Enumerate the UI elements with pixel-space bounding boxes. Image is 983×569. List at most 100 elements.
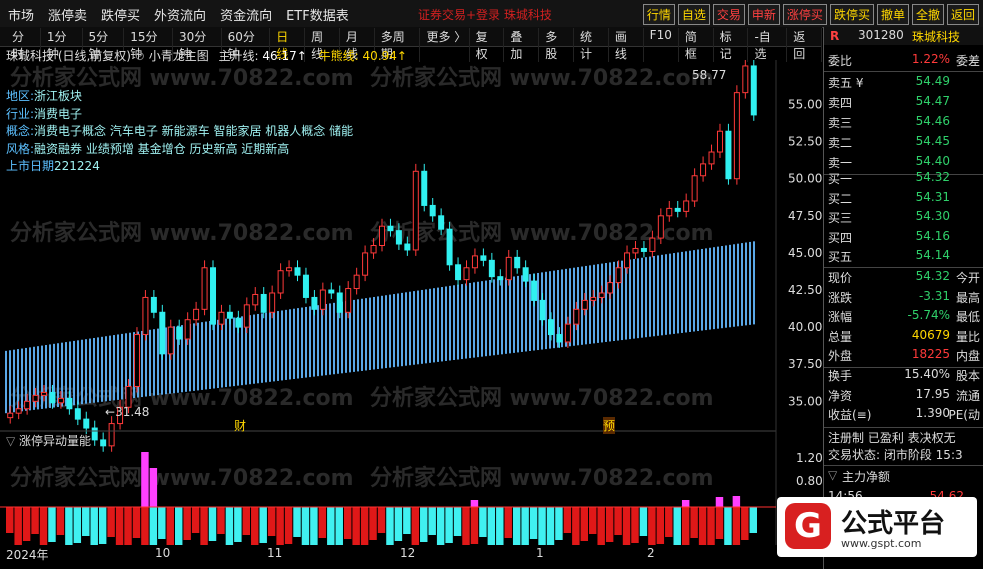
region-value: 浙江板块 xyxy=(34,89,83,103)
candle-body xyxy=(539,299,546,321)
low-annotation: ←31.48 xyxy=(105,405,150,419)
volume-bar xyxy=(242,507,251,535)
candle-body xyxy=(167,326,174,355)
volume-bar xyxy=(411,507,420,545)
net-flow-label: 主力净额 xyxy=(842,470,891,484)
volume-bar xyxy=(572,507,580,545)
stat-row[interactable]: 外盘 18225 内盘 xyxy=(828,347,983,367)
signal-bar xyxy=(141,452,149,507)
price-tick: 47.50 xyxy=(788,209,822,223)
stat-row[interactable]: 换手 15.40% 股本 xyxy=(828,367,983,387)
toolbar-item[interactable]: 统计 xyxy=(574,28,609,62)
back-button[interactable]: 返回 xyxy=(946,4,979,25)
weicha-label: 委差 xyxy=(955,54,980,68)
quote-button[interactable]: 行情 xyxy=(642,4,675,25)
stat-row[interactable]: 净资 17.95 流通 xyxy=(828,387,983,407)
volume-bar xyxy=(521,507,529,545)
menu-etf-data[interactable]: ETF数据表 xyxy=(286,5,349,24)
candle-body xyxy=(632,247,639,254)
cancel-all-button[interactable]: 全撤 xyxy=(911,4,944,25)
price-tick: 37.50 xyxy=(788,357,822,371)
volume-bar xyxy=(377,507,386,533)
net-flow-row[interactable]: ▽ 主力净额 xyxy=(828,468,983,488)
forecast-marker[interactable]: 预 xyxy=(603,417,616,434)
bid-row[interactable]: 买五 54.14 xyxy=(828,248,983,268)
candle-body xyxy=(471,255,478,269)
limit-down-buy-button[interactable]: 跌停买 xyxy=(829,4,874,25)
volume-bar xyxy=(301,507,310,545)
ask-row[interactable]: 卖三 54.46 xyxy=(828,114,983,134)
style-value: 融资融券 业绩预增 基金增仓 历史新高 近期新高 xyxy=(34,142,290,156)
candle-body xyxy=(438,215,445,230)
toolbar-item[interactable]: F10 xyxy=(644,28,679,62)
logo-mark: G xyxy=(785,503,831,549)
volume-bar xyxy=(293,507,301,537)
toolbar-item[interactable]: 标记 xyxy=(714,28,749,62)
menu-market[interactable]: 市场 xyxy=(8,5,34,24)
limit-up-buy-button[interactable]: 涨停买 xyxy=(782,4,827,25)
menu-foreign-flow[interactable]: 外资流向 xyxy=(154,5,206,24)
volume-bar xyxy=(369,507,377,540)
toolbar-item[interactable]: 叠加 xyxy=(504,28,540,62)
toolbar-item[interactable]: 多股 xyxy=(539,28,575,62)
bid-row[interactable]: 买四 54.16 xyxy=(828,229,983,249)
row-value: 54.49 xyxy=(915,74,950,88)
candle-body xyxy=(463,267,470,281)
row-right-label: 股本 xyxy=(955,369,980,383)
volume-bar xyxy=(487,507,496,545)
cancel-order-button[interactable]: 撤单 xyxy=(876,4,909,25)
sub-indicator-title[interactable]: ▽ 涨停异动量能 xyxy=(6,432,91,449)
volume-bar xyxy=(403,507,411,534)
candle-body xyxy=(336,292,343,313)
toolbar-item[interactable]: 返回 xyxy=(787,28,823,62)
stat-row[interactable]: 涨跌 -3.31 最高 xyxy=(828,289,983,309)
volume-bar xyxy=(267,507,276,536)
bid-row[interactable]: 买一 54.32 xyxy=(828,170,983,190)
row-value: 54.32 xyxy=(915,269,950,283)
volume-bar xyxy=(656,507,665,544)
trade-button[interactable]: 交易 xyxy=(712,4,745,25)
toolbar-item[interactable]: -自选 xyxy=(748,28,788,62)
candle-body xyxy=(446,228,453,266)
new-share-button[interactable]: 申新 xyxy=(747,4,780,25)
toolbar-item[interactable]: 画线 xyxy=(609,28,644,62)
region-label: 地区: xyxy=(6,89,35,103)
ask-row[interactable]: 卖四 54.47 xyxy=(828,94,983,114)
signal-bar xyxy=(732,496,741,507)
bid-row[interactable]: 买三 54.30 xyxy=(828,209,983,229)
stat-row[interactable]: 涨幅 -5.74% 最低 xyxy=(828,308,983,328)
stat-row[interactable]: 总量 40679 量比 xyxy=(828,328,983,348)
top-menu-bar: 市场 涨停卖 跌停买 外资流向 资金流向 ETF数据表 证券交易+登录 珠城科技… xyxy=(0,0,983,28)
menu-limit-up-sell[interactable]: 涨停卖 xyxy=(48,5,87,24)
candle-body xyxy=(556,334,563,343)
finance-marker[interactable]: 财 xyxy=(234,417,246,434)
toolbar-item[interactable]: 复权 xyxy=(470,28,505,62)
stat-row[interactable]: 收益(≡) 1.390 PE(动 xyxy=(828,406,983,426)
row-value: 54.30 xyxy=(915,209,950,223)
ask-row[interactable]: 卖二 54.45 xyxy=(828,134,983,154)
registration-text: 注册制 已盈利 表决权无 xyxy=(828,431,956,445)
toolbar-item[interactable]: 更多 〉 xyxy=(420,28,470,62)
bid-row[interactable]: 买二 54.31 xyxy=(828,190,983,210)
candle-body xyxy=(531,280,538,301)
candle-body xyxy=(210,267,217,325)
candle-body xyxy=(193,308,200,321)
menu-fund-flow[interactable]: 资金流向 xyxy=(220,5,272,24)
volume-bar xyxy=(48,507,56,542)
ask-row[interactable]: 卖五 ¥ 54.49 xyxy=(828,74,983,94)
signal-bar xyxy=(149,468,158,507)
row-value: 40679 xyxy=(911,327,950,342)
candle-body xyxy=(387,225,394,232)
stat-row[interactable]: 现价 54.32 今开 xyxy=(828,269,983,289)
price-tick: 52.50 xyxy=(788,135,822,149)
watchlist-button[interactable]: 自选 xyxy=(677,4,710,25)
expand-icon[interactable]: ▽ xyxy=(6,434,19,448)
volume-bar xyxy=(200,507,208,545)
expand-icon[interactable]: ▽ xyxy=(828,468,837,482)
volume-bar xyxy=(327,507,335,545)
row-value: 1.390 xyxy=(915,406,950,420)
toolbar-item[interactable]: 简框 xyxy=(679,28,714,62)
menu-limit-down-buy[interactable]: 跌停买 xyxy=(101,5,140,24)
sub-axis-tick: 0.80 xyxy=(796,474,823,488)
row-label: 外盘 xyxy=(828,349,853,363)
